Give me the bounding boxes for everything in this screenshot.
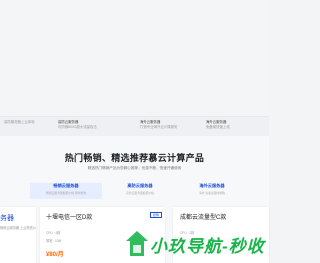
tab-sub: 高防云服务器超低价格 <box>126 191 154 195</box>
hero-banner <box>0 0 269 116</box>
section-subtitle: 精选热门畅销产品为您精心推荐，优惠不断，快速开通使用 <box>87 166 182 170</box>
strip-left-label: 高防服务器上云体验 <box>4 120 35 124</box>
card-spec: 畅销云服务器 上云抢低价 <box>0 226 36 230</box>
section-title: 热门畅销、精选推荐慕云计算产品 <box>64 153 205 163</box>
card-badge: 抢购 <box>150 212 163 218</box>
strip-item-2[interactable]: 海外云服务器 打造专业海外云计算服务 <box>140 120 177 129</box>
watermark: 小玖导航-秒收 <box>124 226 269 263</box>
card-name: 务器 <box>0 215 14 222</box>
watermark-logo-icon <box>126 231 148 256</box>
strip-item-sub: 可防御800G超大流量攻击 <box>58 124 97 129</box>
tab-label: 高防云服务器 <box>127 183 153 188</box>
tab-sub: 海外 免备案限时抢购 <box>199 191 225 195</box>
card-name: 十堰电信一区D款 <box>46 215 93 221</box>
strip-item-sub: 免备案快速上线 <box>206 124 230 129</box>
card-price: ¥80/月 <box>46 252 64 258</box>
feature-strip: 高防服务器上云体验 高防云服务器 可防御800G超大流量攻击 海外云服务器 打造… <box>0 116 269 137</box>
strip-item-3[interactable]: 海外云服务器 免备案快速上线 <box>206 120 230 129</box>
strip-item-left: 高防服务器上云体验 <box>4 120 35 125</box>
card-name: 成都云流量型C款 <box>180 215 227 221</box>
strip-item-title: 高防云服务器 <box>58 120 79 124</box>
product-card-left[interactable]: 务器 畅销云服务器 上云抢低价 <box>0 207 36 263</box>
tab-ddos-servers[interactable]: 高防云服务器 高防云服务器超低价格 <box>104 183 176 199</box>
strip-item-title: 海外云服务器 <box>140 120 161 124</box>
tab-label: 海外云服务器 <box>199 183 225 188</box>
card-spec-cpu: CPU : 4核 <box>46 231 61 235</box>
strip-item-sub: 打造专业海外云计算服务 <box>140 124 178 129</box>
watermark-text: 小玖导航-秒收 <box>150 237 265 256</box>
tab-hot-servers[interactable]: 畅销云服务器 畅销云服务器超低价格 限时抢购 <box>30 183 102 199</box>
strip-item-1[interactable]: 高防云服务器 可防御800G超大流量攻击 <box>58 120 97 129</box>
card-spec-bandwidth: 带宽 : 10M <box>46 239 62 243</box>
strip-item-title: 海外云服务器 <box>206 120 227 124</box>
tab-overseas-servers[interactable]: 海外云服务器 海外 免备案限时抢购 <box>176 183 248 199</box>
tab-sub: 畅销云服务器超低价格 限时抢购 <box>46 191 86 195</box>
tab-label: 畅销云服务器 <box>53 183 79 188</box>
